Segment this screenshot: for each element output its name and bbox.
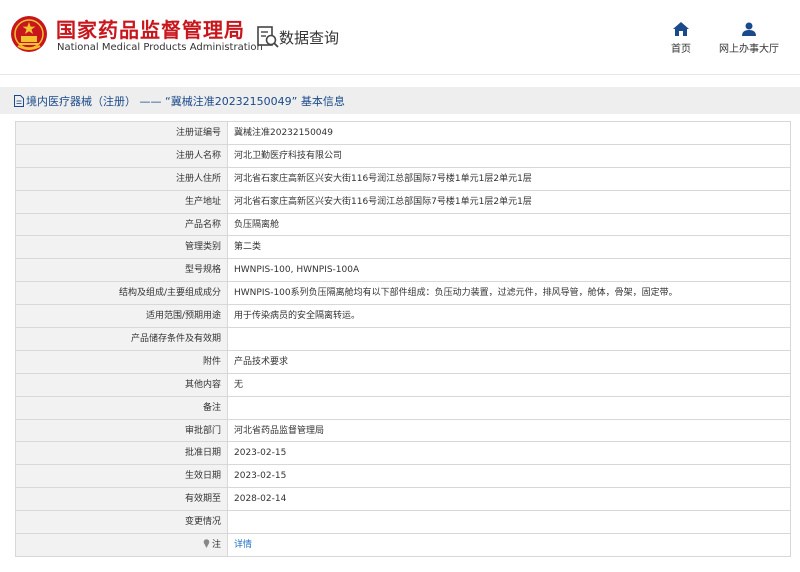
field-value: 河北省药品监督管理局 — [227, 418, 791, 443]
field-value: 产品技术要求 — [227, 349, 791, 374]
field-value: HWNPIS-100系列负压隔离舱均有以下部件组成：负压动力装置，过滤元件，排风… — [227, 281, 791, 306]
field-label: 适用范围/预期用途 — [15, 304, 228, 329]
table-row: 适用范围/预期用途 用于传染病员的安全隔离转运。 — [15, 304, 791, 329]
field-label: 注册证编号 — [15, 121, 228, 145]
note-label-cell: 注 — [15, 533, 228, 557]
table-row: 产品名称 负压隔离舱 — [15, 212, 791, 237]
site-header: 国家药品监督管理局 National Medical Products Admi… — [0, 0, 800, 75]
field-label: 产品名称 — [15, 212, 228, 237]
pin-icon — [203, 539, 210, 548]
table-row: 有效期至 2028-02-14 — [15, 487, 791, 512]
table-row: 附件 产品技术要求 — [15, 349, 791, 374]
table-row: 产品储存条件及有效期 — [15, 327, 791, 351]
page-heading: 数据查询 — [279, 29, 340, 47]
user-icon — [742, 22, 756, 36]
field-label: 备注 — [15, 395, 228, 420]
field-label: 附件 — [15, 349, 228, 374]
nav-home[interactable]: 首页 — [646, 22, 716, 58]
table-row: 审批部门 河北省药品监督管理局 — [15, 418, 791, 443]
field-value: 河北省石家庄高新区兴安大街116号润江总部国际7号楼1单元1层2单元1层 — [227, 189, 791, 214]
document-icon — [14, 95, 24, 107]
record-title: 境内医疗器械（注册） —— “冀械注准20232150049” 基本信息 — [26, 95, 345, 108]
nav-online-service-hall[interactable]: 网上办事大厅 — [712, 22, 786, 58]
table-row: 结构及组成/主要组成成分 HWNPIS-100系列负压隔离舱均有以下部件组成：负压… — [15, 281, 791, 306]
field-value: 河北省石家庄高新区兴安大街116号润江总部国际7号楼1单元1层2单元1层 — [227, 166, 791, 191]
field-label: 变更情况 — [15, 510, 228, 535]
table-row: 备注 — [15, 395, 791, 420]
field-label: 注册人住所 — [15, 166, 228, 191]
field-value — [227, 510, 791, 535]
field-label: 生效日期 — [15, 464, 228, 489]
table-row: 其他内容无 — [15, 372, 791, 397]
home-icon — [673, 22, 689, 36]
details-link[interactable]: 详情 — [234, 540, 252, 550]
field-value: 2023-02-15 — [227, 441, 791, 466]
registration-detail-table: 注册证编号 冀械注准20232150049 注册人名称 河北卫勤医疗科技有限公司 注册人… — [15, 121, 791, 557]
agency-name-en[interactable]: National Medical Products Administration — [57, 42, 263, 53]
field-label: 有效期至 — [15, 487, 228, 512]
field-value: 负压隔离舱 — [227, 212, 791, 237]
table-row: 注册人名称 河北卫勤医疗科技有限公司 — [15, 143, 791, 168]
field-label: 生产地址 — [15, 189, 228, 214]
table-row: 生效日期 2023-02-15 — [15, 464, 791, 489]
table-row-note: 注 详情 — [15, 533, 791, 557]
field-value: 2023-02-15 — [227, 464, 791, 489]
field-value: 用于传染病员的安全隔离转运。 — [227, 304, 791, 329]
table-row: 注册人住所 河北省石家庄高新区兴安大街116号润江总部国际7号楼1单元1层2单元1… — [15, 166, 791, 191]
nav-home-label: 首页 — [671, 44, 691, 55]
field-value: 冀械注准20232150049 — [227, 121, 791, 145]
field-label: 型号规格 — [15, 258, 228, 283]
field-value: 2028-02-14 — [227, 487, 791, 512]
field-label: 审批部门 — [15, 418, 228, 443]
field-label: 管理类别 — [15, 235, 228, 260]
field-label: 其他内容 — [15, 372, 228, 397]
field-label: 结构及组成/主要组成成分 — [15, 281, 228, 306]
field-value: 无 — [227, 372, 791, 397]
note-label: 注 — [211, 539, 221, 550]
table-row: 注册证编号 冀械注准20232150049 — [15, 121, 791, 145]
agency-name-cn[interactable]: 国家药品监督管理局 — [56, 14, 245, 43]
header-divider — [0, 74, 800, 75]
data-search-icon — [257, 26, 279, 48]
table-row: 批准日期 2023-02-15 — [15, 441, 791, 466]
national-emblem-icon — [11, 16, 47, 52]
table-row: 管理类别 第二类 — [15, 235, 791, 260]
table-row: 型号规格 HWNPIS-100, HWNPIS-100A — [15, 258, 791, 283]
field-value: 河北卫勤医疗科技有限公司 — [227, 143, 791, 168]
field-value: HWNPIS-100, HWNPIS-100A — [227, 258, 791, 283]
field-label: 产品储存条件及有效期 — [15, 327, 228, 351]
field-label: 批准日期 — [15, 441, 228, 466]
note-value-cell: 详情 — [227, 533, 791, 557]
field-value — [227, 395, 791, 420]
field-value: 第二类 — [227, 235, 791, 260]
field-value — [227, 327, 791, 351]
table-row: 变更情况 — [15, 510, 791, 535]
table-row: 生产地址 河北省石家庄高新区兴安大街116号润江总部国际7号楼1单元1层2单元1层 — [15, 189, 791, 214]
field-label: 注册人名称 — [15, 143, 228, 168]
nav-online-service-hall-label: 网上办事大厅 — [719, 44, 779, 55]
